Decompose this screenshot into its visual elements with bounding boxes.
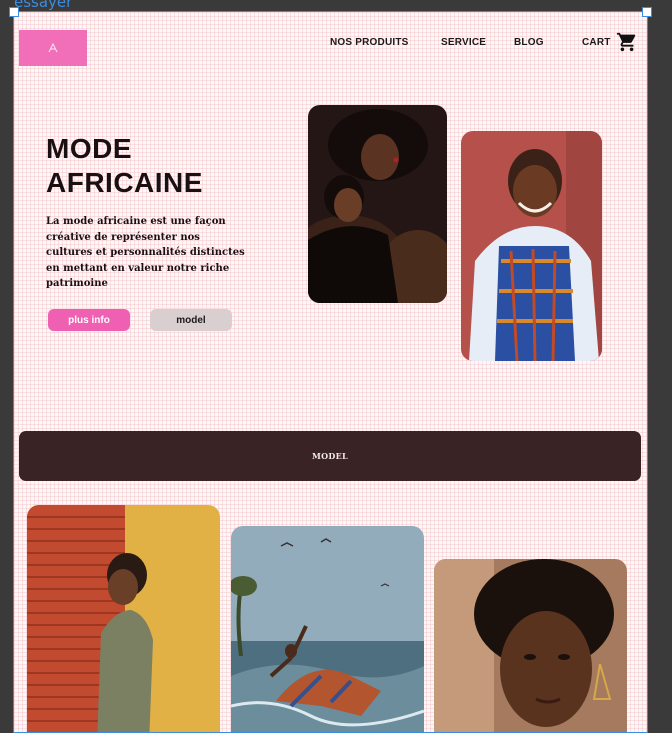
frame-label: essayer [14, 0, 73, 11]
woman-dancing-beach-photo [231, 526, 424, 732]
frame-resize-handle-top-left[interactable] [9, 7, 19, 17]
nav-link-cart[interactable]: CART [582, 37, 611, 48]
plus-info-button[interactable]: plus info [48, 309, 130, 331]
frame-resize-handle-top-right[interactable] [642, 7, 652, 17]
hero-title-line-2: AFRICAINE [46, 167, 203, 198]
logo-mark-icon [48, 42, 58, 53]
cart-icon[interactable] [616, 31, 638, 53]
woman-portrait-earrings-photo [434, 559, 627, 732]
nav-link-service[interactable]: SERVICE [441, 37, 486, 48]
man-orange-shutter-photo [27, 505, 220, 732]
smiling-woman-patterned-dress-photo [461, 131, 602, 361]
model-banner[interactable]: MODEL [19, 431, 641, 481]
two-women-photo [308, 105, 447, 303]
model-button[interactable]: model [150, 309, 232, 331]
design-frame[interactable]: NOS PRODUITS SERVICE BLOG CART MODE AFRI… [13, 11, 648, 733]
hero-title: MODE AFRICAINE [46, 132, 203, 200]
nav-link-blog[interactable]: BLOG [514, 37, 544, 48]
nav-link-nos-produits[interactable]: NOS PRODUITS [330, 37, 409, 48]
brand-logo[interactable] [19, 30, 87, 66]
hero-title-line-1: MODE [46, 133, 132, 164]
banner-title: MODEL [312, 451, 348, 461]
hero-description: La mode africaine est une façon créative… [46, 216, 245, 289]
